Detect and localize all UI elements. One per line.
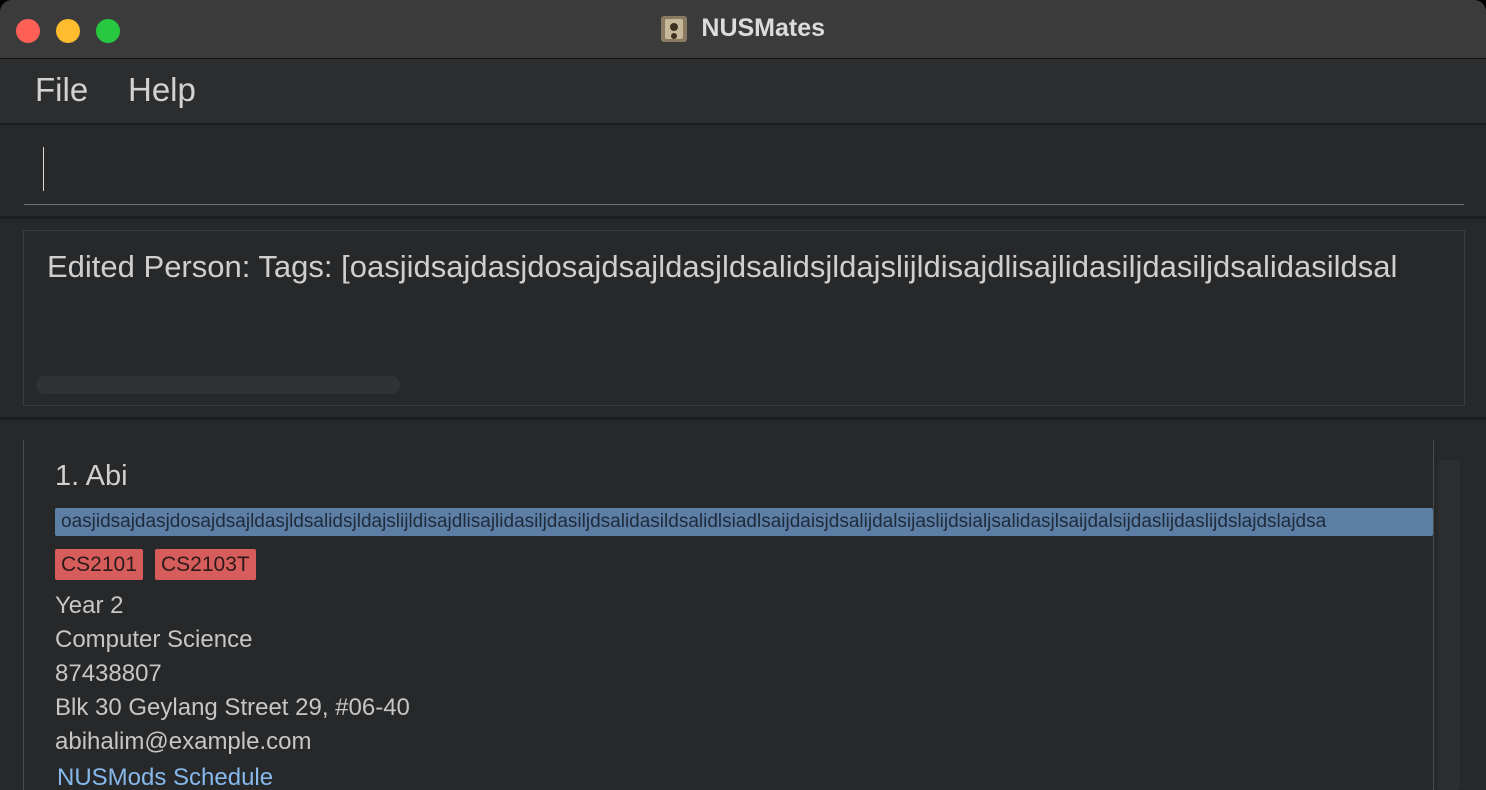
text-caret xyxy=(43,147,44,191)
menu-bar: File Help xyxy=(0,59,1486,125)
window-title: NUSMates xyxy=(701,14,826,42)
person-list-pane: 1. Abi oasjidsajdasjdosajdsajldasjldsali… xyxy=(0,420,1486,790)
nusmods-schedule-link[interactable]: NUSMods Schedule xyxy=(57,764,273,790)
command-input[interactable] xyxy=(24,141,1464,205)
result-message: Edited Person: Tags: [oasjidsajdasjdosaj… xyxy=(47,249,1398,284)
module-tag: CS2103T xyxy=(155,549,256,580)
title-bar[interactable]: NUSMates xyxy=(0,0,1486,59)
horizontal-scrollbar[interactable] xyxy=(36,376,400,394)
app-contact-icon xyxy=(660,15,687,42)
person-email: abihalim@example.com xyxy=(55,728,312,755)
menu-help[interactable]: Help xyxy=(128,71,196,109)
result-display[interactable]: Edited Person: Tags: [oasjidsajdasjdosaj… xyxy=(23,230,1465,406)
command-box-pane xyxy=(0,125,1486,219)
app-window: NUSMates File Help Edited Person: Tags: … xyxy=(0,0,1486,790)
person-name: 1. Abi xyxy=(55,460,128,492)
window-title-group: NUSMates xyxy=(0,14,1486,44)
person-year: Year 2 xyxy=(55,592,124,619)
module-tag: CS2101 xyxy=(55,549,143,580)
result-display-pane: Edited Person: Tags: [oasjidsajdasjdosaj… xyxy=(0,219,1486,420)
person-major: Computer Science xyxy=(55,626,253,653)
person-card[interactable]: 1. Abi oasjidsajdasjdosajdsajldasjldsali… xyxy=(23,440,1434,790)
person-address: Blk 30 Geylang Street 29, #06-40 xyxy=(55,694,410,721)
person-phone: 87438807 xyxy=(55,660,162,687)
menu-file[interactable]: File xyxy=(35,71,88,109)
long-tag-label: oasjidsajdasjdosajdsajldasjldsalidsjldaj… xyxy=(55,508,1433,536)
vertical-scrollbar[interactable] xyxy=(1438,460,1460,790)
